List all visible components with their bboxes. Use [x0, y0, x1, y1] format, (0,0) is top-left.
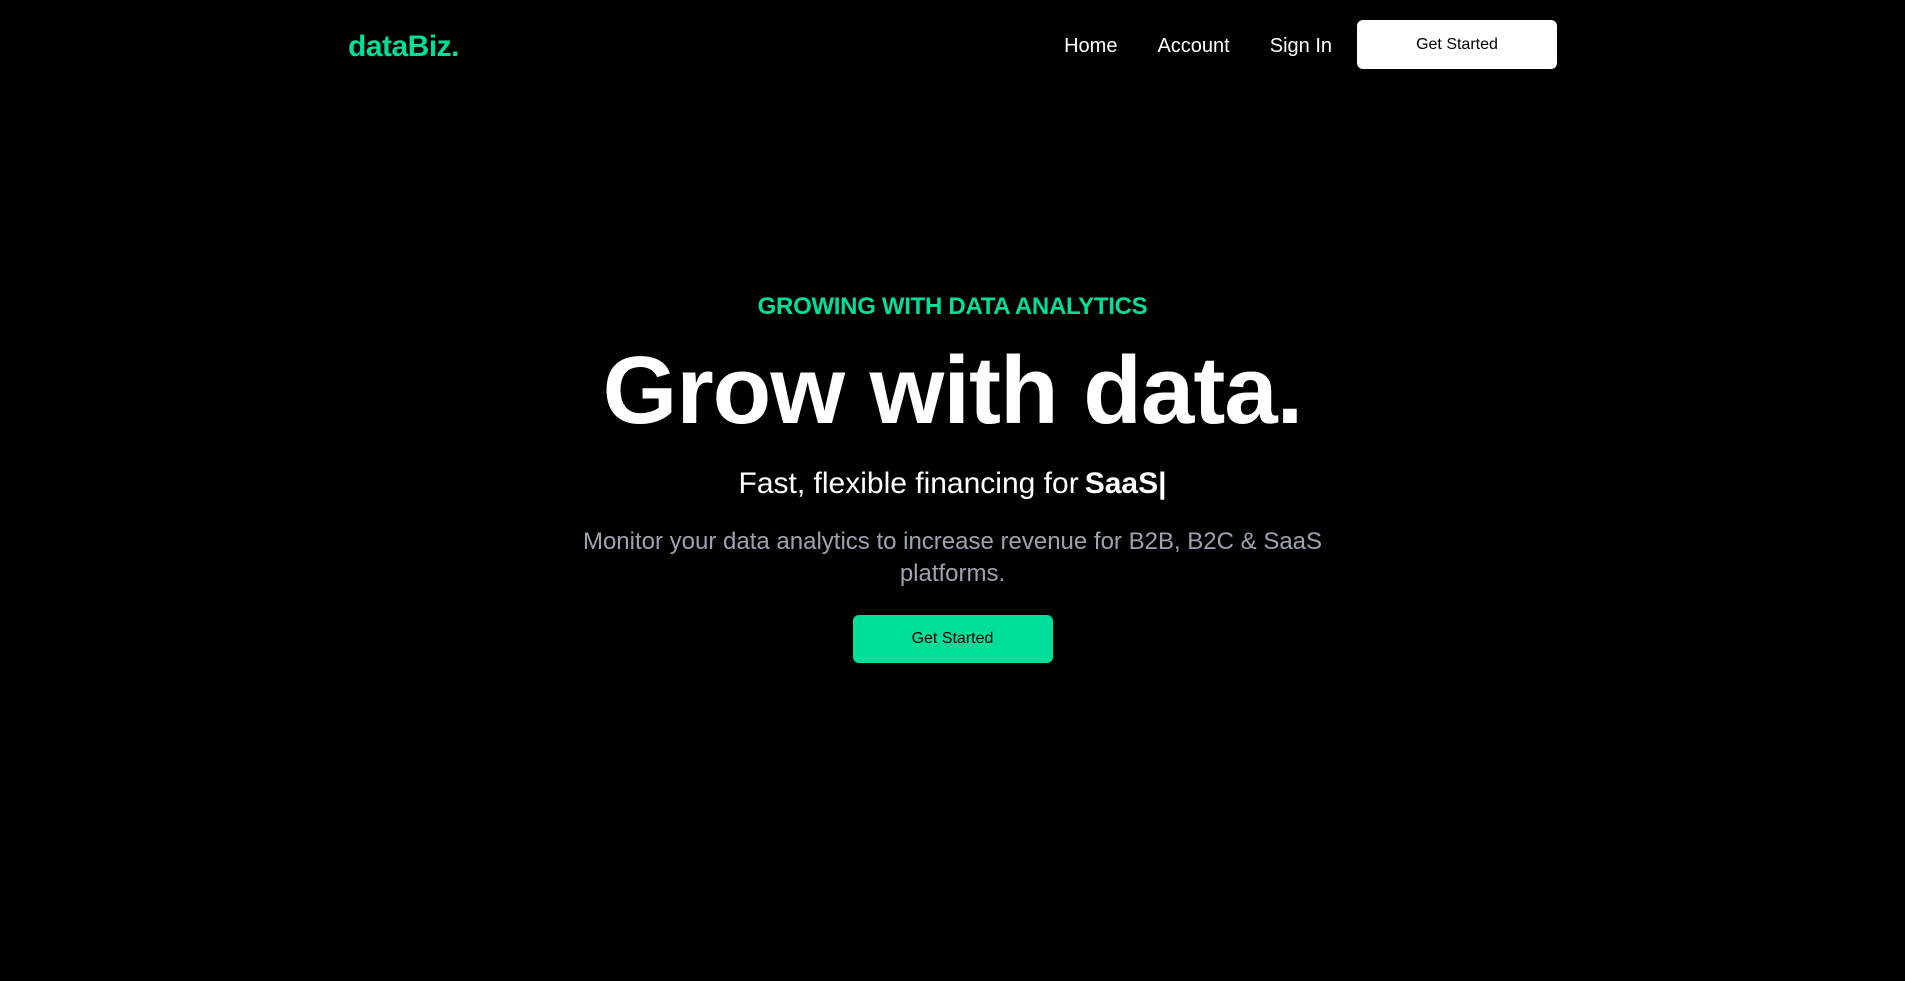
- nav-link-sign-in[interactable]: Sign In: [1270, 35, 1332, 58]
- nav-links: Home Account Sign In: [1064, 31, 1332, 58]
- hero-eyebrow: GROWING WITH DATA ANALYTICS: [757, 293, 1148, 320]
- brand-logo[interactable]: dataBiz.: [348, 26, 460, 64]
- hero-section: GROWING WITH DATA ANALYTICS Grow with da…: [0, 290, 1905, 663]
- tagline-prefix: Fast, flexible financing for: [738, 467, 1079, 500]
- top-navbar: dataBiz. Home Account Sign In Get Starte…: [348, 20, 1557, 69]
- tagline-typed-text: SaaS|: [1084, 467, 1167, 500]
- nav-right-group: Home Account Sign In Get Started: [1064, 20, 1557, 69]
- landing-page: dataBiz. Home Account Sign In Get Starte…: [0, 0, 1905, 981]
- hero-headline: Grow with data.: [602, 337, 1304, 444]
- nav-link-home[interactable]: Home: [1064, 35, 1117, 58]
- nav-link-account[interactable]: Account: [1157, 35, 1229, 58]
- nav-get-started-button[interactable]: Get Started: [1357, 20, 1557, 69]
- hero-description: Monitor your data analytics to increase …: [582, 528, 1323, 587]
- hero-get-started-button[interactable]: Get Started: [852, 615, 1053, 663]
- hero-tagline: Fast, flexible financing for SaaS|: [0, 464, 1905, 504]
